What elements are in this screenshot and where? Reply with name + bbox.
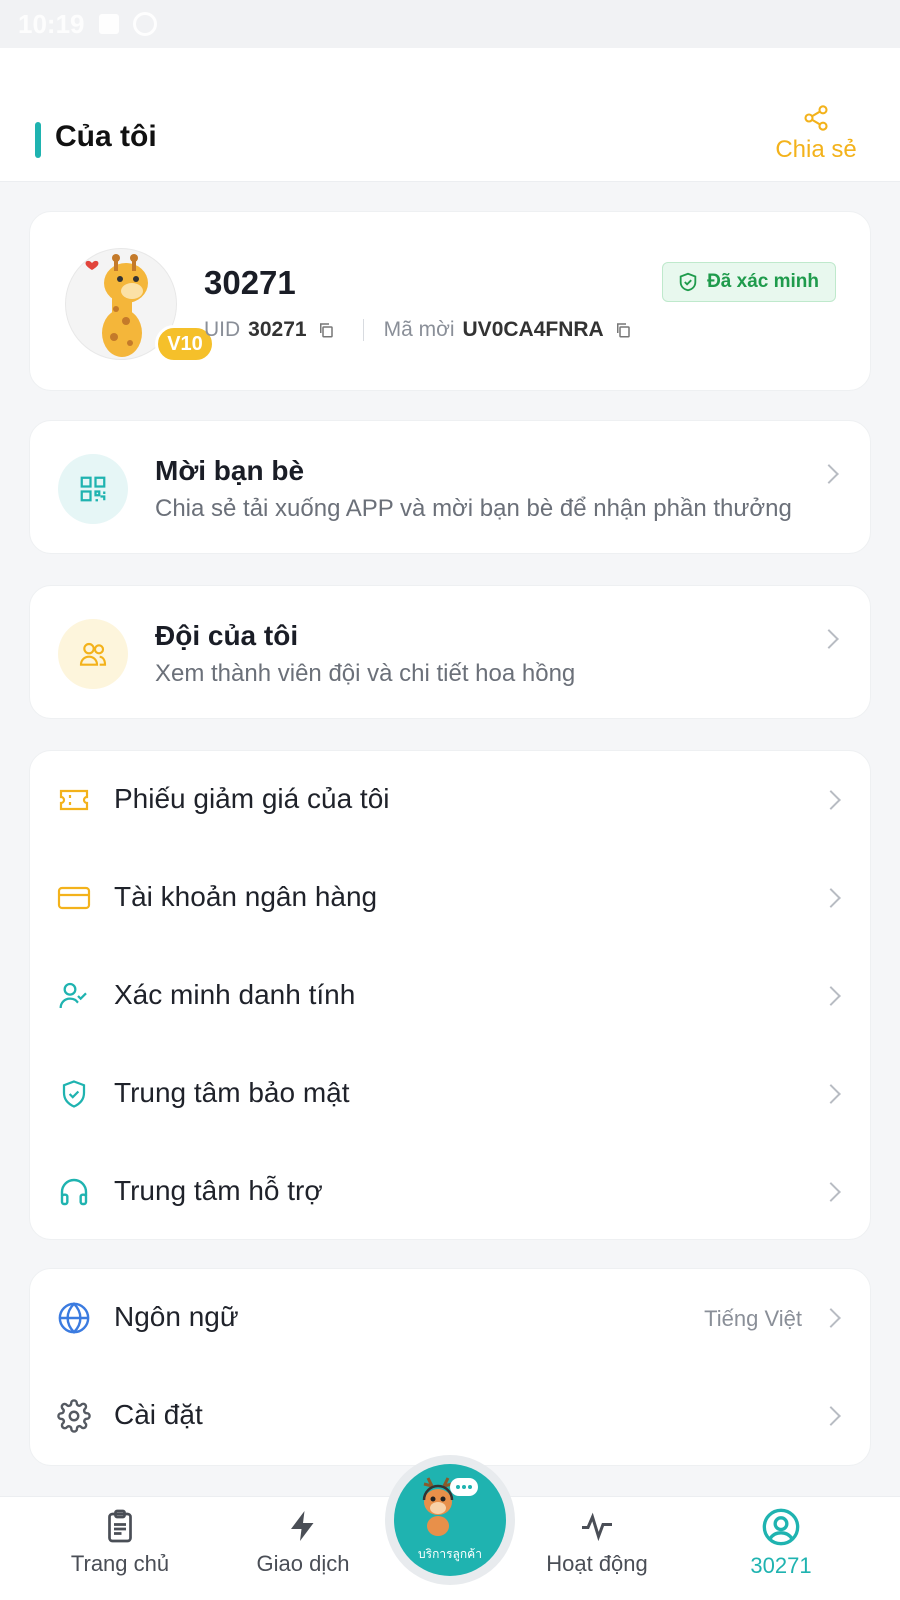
menu-item-security[interactable]: Trung tâm bảo mật: [30, 1045, 872, 1143]
menu-item-support[interactable]: Trung tâm hỗ trợ: [30, 1143, 872, 1241]
share-icon: [804, 105, 828, 131]
copy-invite-icon[interactable]: [614, 321, 632, 339]
menu-item-label: Xác minh danh tính: [114, 979, 356, 1010]
verified-label: Đã xác minh: [707, 271, 819, 292]
qr-code-icon: [58, 454, 128, 524]
menu-item-label: Tài khoản ngân hàng: [114, 881, 378, 912]
lightning-icon: [291, 1511, 314, 1541]
invite-friends-title: Mời bạn bè: [155, 455, 305, 486]
chevron-right-icon: [821, 1406, 841, 1426]
verified-badge: Đã xác minh: [662, 262, 836, 302]
page-title: Của tôi: [55, 120, 157, 153]
invite-code: UV0CA4FNRA: [462, 318, 604, 341]
users-icon: [58, 619, 128, 689]
notification-icon: [98, 14, 119, 34]
credit-card-icon: [56, 880, 92, 916]
menu-item-label: Phiếu giảm giá của tôi: [114, 783, 390, 814]
language-value: Tiếng Việt: [704, 1306, 802, 1331]
username: 30271: [204, 264, 296, 301]
menu-item-label: Trung tâm bảo mật: [114, 1077, 350, 1108]
id-row: UID 30271 Mã mời UV0CA4FNRA: [204, 318, 646, 342]
chevron-right-icon: [821, 888, 841, 908]
deer-mascot-icon: [422, 1477, 478, 1536]
share-label: Chia sẻ: [775, 136, 857, 163]
menu-item-label: Cài đặt: [114, 1399, 203, 1430]
nav-home[interactable]: Trang chủ: [45, 1507, 195, 1577]
avatar[interactable]: V10: [65, 248, 215, 363]
customer-service-button[interactable]: บริการลูกค้า: [385, 1455, 515, 1585]
nav-trade[interactable]: Giao dịch: [228, 1507, 378, 1577]
uid-label: UID: [204, 318, 241, 341]
globe-icon: [56, 1300, 92, 1336]
invite-friends-subtitle: Chia sẻ tải xuống APP và mời bạn bè để n…: [155, 495, 792, 522]
ticket-icon: [56, 782, 92, 818]
chevron-right-icon: [821, 790, 841, 810]
nav-activity-label: Hoạt động: [546, 1551, 648, 1576]
chevron-right-icon: [821, 1084, 841, 1104]
page-header: Của tôi Chia sẻ: [0, 48, 900, 182]
activity-icon: [582, 1512, 612, 1542]
menu-card: Phiếu giảm giá của tôi Tài khoản ngân hà…: [29, 750, 871, 1240]
menu-item-language[interactable]: Ngôn ngữ Tiếng Việt: [30, 1269, 872, 1367]
my-team-title: Đội của tôi: [155, 620, 299, 651]
menu-item-label: Trung tâm hỗ trợ: [114, 1175, 323, 1206]
chevron-right-icon: [821, 1182, 841, 1202]
settings-card: Ngôn ngữ Tiếng Việt Cài đặt: [29, 1268, 871, 1466]
menu-item-settings[interactable]: Cài đặt: [30, 1367, 872, 1465]
divider: [362, 319, 364, 341]
status-time: 10:19: [18, 8, 85, 39]
chevron-right-icon: [819, 464, 839, 484]
menu-item-coupons[interactable]: Phiếu giảm giá của tôi: [30, 751, 872, 849]
chevron-right-icon: [821, 1308, 841, 1328]
my-team-subtitle: Xem thành viên đội và chi tiết hoa hồng: [155, 660, 576, 687]
menu-item-label: Ngôn ngữ: [114, 1301, 239, 1332]
chevron-right-icon: [819, 629, 839, 649]
profile-card: V10 30271 Đã xác minh UID 30271 Mã mời U…: [29, 211, 871, 391]
copy-uid-icon[interactable]: [317, 321, 335, 339]
nav-trade-label: Giao dịch: [256, 1551, 350, 1576]
clipboard-icon: [108, 1509, 132, 1543]
chevron-right-icon: [821, 986, 841, 1006]
gear-icon: [56, 1398, 92, 1434]
nav-activity[interactable]: Hoạt động: [522, 1507, 672, 1577]
shield-check-icon: [679, 272, 697, 292]
invite-label: Mã mời: [383, 318, 455, 341]
title-accent-bar: [35, 122, 41, 158]
share-button[interactable]: Chia sẻ: [766, 104, 866, 164]
nav-home-label: Trang chủ: [70, 1551, 170, 1576]
user-check-icon: [56, 978, 92, 1014]
customer-service-inner: บริการลูกค้า: [394, 1464, 506, 1576]
menu-item-bank-account[interactable]: Tài khoản ngân hàng: [30, 849, 872, 947]
invite-friends-card[interactable]: Mời bạn bè Chia sẻ tải xuống APP và mời …: [29, 420, 871, 554]
uid-value: 30271: [248, 318, 307, 341]
menu-item-identity[interactable]: Xác minh danh tính: [30, 947, 872, 1045]
customer-service-label: บริการลูกค้า: [418, 1547, 482, 1561]
headphones-icon: [56, 1174, 92, 1210]
user-circle-icon: [762, 1508, 800, 1546]
status-bar: 10:19: [0, 0, 900, 48]
sync-icon: [132, 12, 157, 36]
my-team-card[interactable]: Đội của tôi Xem thành viên đội và chi ti…: [29, 585, 871, 719]
nav-profile[interactable]: 30271: [706, 1507, 856, 1579]
shield-icon: [56, 1076, 92, 1112]
nav-profile-label: 30271: [750, 1553, 812, 1578]
